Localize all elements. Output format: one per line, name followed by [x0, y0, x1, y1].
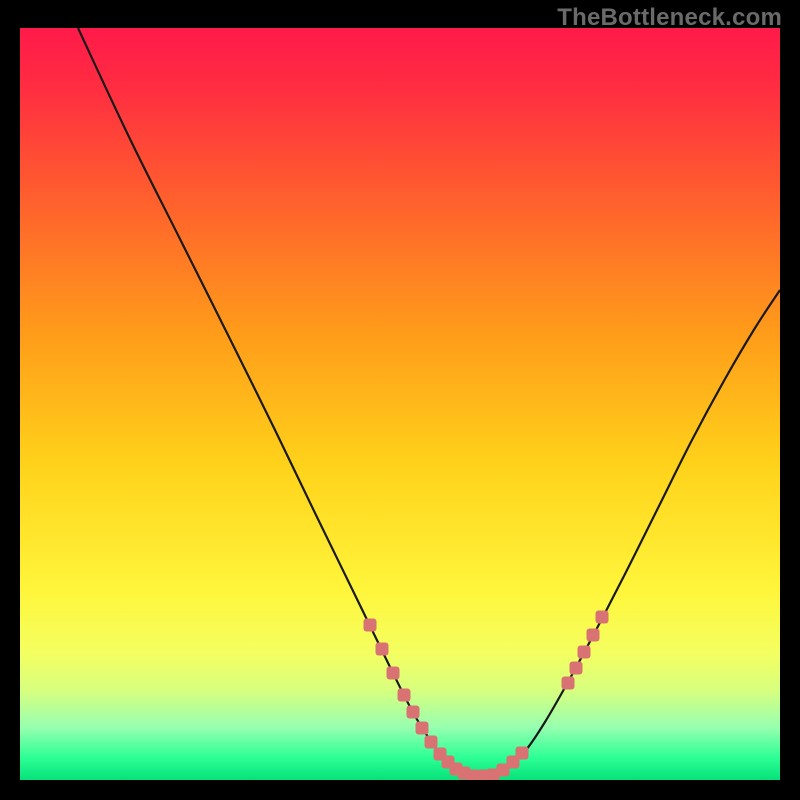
plot-area: [20, 28, 780, 780]
bottleneck-curve: [20, 28, 780, 780]
data-dot: [387, 667, 400, 680]
chart-frame: TheBottleneck.com: [0, 0, 800, 800]
watermark-text: TheBottleneck.com: [557, 4, 782, 32]
data-dot: [516, 747, 529, 760]
data-dot: [578, 646, 591, 659]
data-dot: [376, 643, 389, 656]
data-dot: [407, 706, 420, 719]
data-dot: [416, 722, 429, 735]
data-dot: [398, 689, 411, 702]
data-dot: [596, 611, 609, 624]
data-dot: [587, 629, 600, 642]
data-dot: [364, 619, 377, 632]
data-dot: [562, 677, 575, 690]
data-dot: [570, 662, 583, 675]
